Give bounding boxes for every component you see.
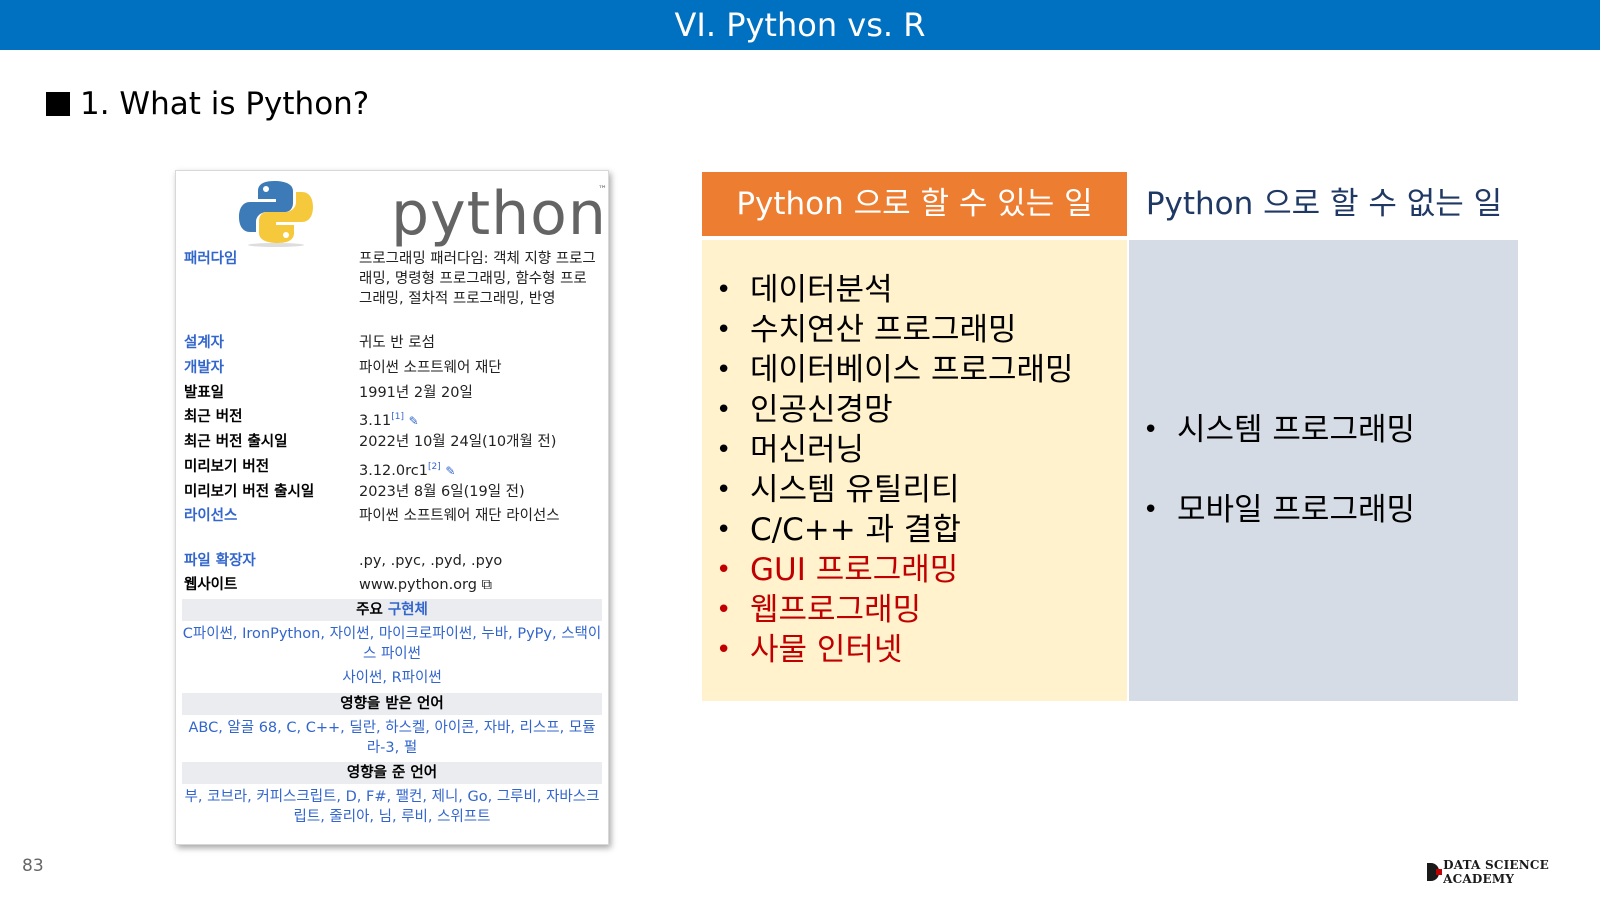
infobox-influenced-heading: 영향을 준 언어 xyxy=(182,762,602,784)
list-item: 웹프로그래밍 xyxy=(702,590,1074,630)
list-item: 시스템 프로그래밍 xyxy=(1129,410,1415,450)
infobox-influenced-list[interactable]: 부, 코브라, 커피스크립트, D, F#, 팰컨, 제니, Go, 그루비, … xyxy=(182,787,602,827)
python-logo: python ™ xyxy=(236,177,607,249)
infobox-impl-heading: 주요 구현체 xyxy=(182,599,602,621)
can-do-header: Python 으로 할 수 있는 일 xyxy=(702,172,1127,236)
python-wordmark: python xyxy=(391,179,607,249)
external-link-icon: ⧉ xyxy=(481,577,492,593)
row-value: 3.12.0rc1 xyxy=(359,462,428,479)
can-do-list: 데이터분석 수치연산 프로그래밍 데이터베이스 프로그래밍 인공신경망 머신러닝… xyxy=(702,270,1074,670)
edit-pencil-icon[interactable]: ✎ xyxy=(409,414,419,428)
python-infobox: python ™ 패러다임 프로그래밍 패러다임: 객체 지향 프로그래밍, 명… xyxy=(175,170,609,845)
brand-mark-icon xyxy=(1427,863,1443,881)
infobox-row-paradigm: 패러다임 프로그래밍 패러다임: 객체 지향 프로그래밍, 명령형 프로그래밍,… xyxy=(184,249,598,329)
section-title-text: 1. What is Python? xyxy=(80,86,370,122)
impl-link[interactable]: 구현체 xyxy=(388,602,428,618)
row-label: 개발자 xyxy=(184,360,225,376)
row-label: 라이선스 xyxy=(184,508,238,524)
slide-title: VI. Python vs. R xyxy=(674,6,926,44)
trademark-symbol: ™ xyxy=(598,185,607,195)
row-value: 2023년 8월 6일(19일 전) xyxy=(359,484,525,500)
list-item: 인공신경망 xyxy=(702,390,1074,430)
page-number: 83 xyxy=(22,856,44,876)
row-label: 미리보기 버전 출시일 xyxy=(184,484,315,500)
can-do-cell: 데이터분석 수치연산 프로그래밍 데이터베이스 프로그래밍 인공신경망 머신러닝… xyxy=(702,240,1127,701)
list-item: 수치연산 프로그래밍 xyxy=(702,310,1074,350)
citation-link[interactable]: [2] xyxy=(428,462,441,472)
row-value: .py, .pyc, .pyd, .pyo xyxy=(359,553,503,569)
brand-name: DATA SCIENCE ACADEMY xyxy=(1443,858,1549,886)
list-item: 모바일 프로그래밍 xyxy=(1129,490,1415,530)
row-label: 파일 확장자 xyxy=(184,553,256,569)
square-bullet-icon xyxy=(46,92,70,116)
cannot-do-header: Python 으로 할 수 없는 일 xyxy=(1129,172,1519,236)
row-label: 설계자 xyxy=(184,335,225,351)
row-label: 미리보기 버전 xyxy=(184,459,270,475)
list-item: GUI 프로그래밍 xyxy=(702,550,1074,590)
cannot-do-list: 시스템 프로그래밍 모바일 프로그래밍 xyxy=(1129,410,1415,570)
row-label: 웹사이트 xyxy=(184,577,238,593)
cannot-do-cell: 시스템 프로그래밍 모바일 프로그래밍 xyxy=(1129,240,1518,701)
row-value[interactable]: 귀도 반 로섬 xyxy=(359,333,599,353)
infobox-row-license: 라이선스 파이썬 소프트웨어 재단 라이선스 xyxy=(184,506,598,548)
slide-header: VI. Python vs. R xyxy=(0,0,1600,50)
website-link[interactable]: www.python.org xyxy=(359,577,477,593)
list-item: 머신러닝 xyxy=(702,430,1074,470)
infobox-impl-list[interactable]: C파이썬, IronPython, 자이썬, 마이크로파이썬, 누바, PyPy… xyxy=(182,624,602,664)
infobox-influenced-by-heading: 영향을 받은 언어 xyxy=(182,693,602,715)
section-heading: 1. What is Python? xyxy=(46,84,369,124)
list-item: C/C++ 과 결합 xyxy=(702,510,1074,550)
row-value: 2022년 10월 24일(10개월 전) xyxy=(359,434,557,450)
row-label: 최근 버전 xyxy=(184,409,243,425)
list-item: 사물 인터넷 xyxy=(702,630,1074,670)
python-snake-icon xyxy=(239,181,313,247)
row-value: 1991년 2월 20일 xyxy=(359,385,473,401)
infobox-impl-list-2[interactable]: 사이썬, R파이썬 xyxy=(182,668,602,688)
list-item: 데이터분석 xyxy=(702,270,1074,310)
row-label: 패러다임 xyxy=(184,251,238,267)
edit-pencil-icon[interactable]: ✎ xyxy=(445,464,455,478)
row-value: 3.11 xyxy=(359,412,392,429)
list-item: 시스템 유틸리티 xyxy=(702,470,1074,510)
infobox-influenced-by-list[interactable]: ABC, 알골 68, C, C++, 딜란, 하스켈, 아이콘, 자바, 리스… xyxy=(182,718,602,758)
row-label: 최근 버전 출시일 xyxy=(184,434,288,450)
row-value[interactable]: 파이썬 소프트웨어 재단 라이선스 xyxy=(359,506,599,526)
list-item: 데이터베이스 프로그래밍 xyxy=(702,350,1074,390)
row-label: 발표일 xyxy=(184,385,225,401)
brand-logo: DATA SCIENCE ACADEMY xyxy=(1427,858,1600,886)
row-value[interactable]: 파이썬 소프트웨어 재단 xyxy=(359,358,599,378)
citation-link[interactable]: [1] xyxy=(391,412,404,422)
row-value[interactable]: 프로그래밍 패러다임: 객체 지향 프로그래밍, 명령형 프로그래밍, 함수형 … xyxy=(359,249,599,309)
